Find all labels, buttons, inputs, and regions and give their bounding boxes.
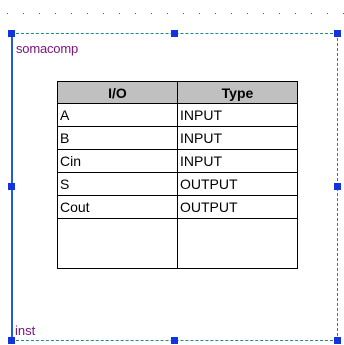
grid-dot xyxy=(215,13,216,14)
grid-dot xyxy=(135,13,136,14)
grid-dot xyxy=(231,13,232,14)
grid-dot xyxy=(167,13,168,14)
grid-dot xyxy=(23,13,24,14)
resize-handle-middle-right[interactable] xyxy=(334,183,341,190)
grid-dot xyxy=(327,13,328,14)
table-row[interactable]: Cout OUTPUT xyxy=(57,195,298,219)
schematic-canvas[interactable]: somacomp I/O Type A INPUT B INPUT Cin IN… xyxy=(0,0,344,345)
port-io-cell[interactable]: B xyxy=(57,126,178,150)
grid-dot xyxy=(103,13,104,14)
instance-name-label: inst xyxy=(15,323,36,338)
grid-dot xyxy=(263,13,264,14)
grid-dot xyxy=(71,13,72,14)
table-row-empty[interactable] xyxy=(57,218,298,269)
grid-dot xyxy=(295,13,296,14)
port-type-cell[interactable]: INPUT xyxy=(177,126,298,150)
resize-handle-top-middle[interactable] xyxy=(171,30,178,37)
grid-dot xyxy=(119,13,120,14)
port-io-cell[interactable]: Cin xyxy=(57,149,178,173)
grid-dot xyxy=(151,13,152,14)
resize-handle-bottom-right[interactable] xyxy=(334,337,341,344)
grid-dot xyxy=(7,13,8,14)
port-type-cell[interactable]: INPUT xyxy=(177,149,298,173)
grid-dot xyxy=(55,13,56,14)
port-io-cell[interactable]: S xyxy=(57,172,178,196)
grid-dot xyxy=(247,13,248,14)
column-header-io: I/O xyxy=(57,81,178,104)
port-type-cell[interactable]: INPUT xyxy=(177,103,298,127)
grid-dot xyxy=(87,13,88,14)
port-table-header-row: I/O Type xyxy=(57,81,298,104)
table-row[interactable]: S OUTPUT xyxy=(57,172,298,196)
table-row[interactable]: Cin INPUT xyxy=(57,149,298,173)
port-table[interactable]: I/O Type A INPUT B INPUT Cin INPUT S OUT… xyxy=(57,81,298,269)
block-name-label: somacomp xyxy=(16,41,78,56)
port-type-cell[interactable]: OUTPUT xyxy=(177,172,298,196)
resize-handle-middle-left[interactable] xyxy=(8,183,15,190)
grid-dot xyxy=(311,13,312,14)
resize-handle-top-left[interactable] xyxy=(8,30,15,37)
column-header-type: Type xyxy=(177,81,298,104)
grid-dot xyxy=(183,13,184,14)
port-io-cell[interactable]: A xyxy=(57,103,178,127)
table-row[interactable]: B INPUT xyxy=(57,126,298,150)
resize-handle-top-right[interactable] xyxy=(334,30,341,37)
resize-handle-bottom-middle[interactable] xyxy=(171,337,178,344)
grid-dot xyxy=(39,13,40,14)
grid-dot xyxy=(279,13,280,14)
port-io-cell-empty[interactable] xyxy=(57,218,178,269)
table-row[interactable]: A INPUT xyxy=(57,103,298,127)
port-type-cell[interactable]: OUTPUT xyxy=(177,195,298,219)
resize-handle-bottom-left[interactable] xyxy=(8,337,15,344)
port-io-cell[interactable]: Cout xyxy=(57,195,178,219)
grid-dot xyxy=(199,13,200,14)
port-type-cell-empty[interactable] xyxy=(177,218,298,269)
